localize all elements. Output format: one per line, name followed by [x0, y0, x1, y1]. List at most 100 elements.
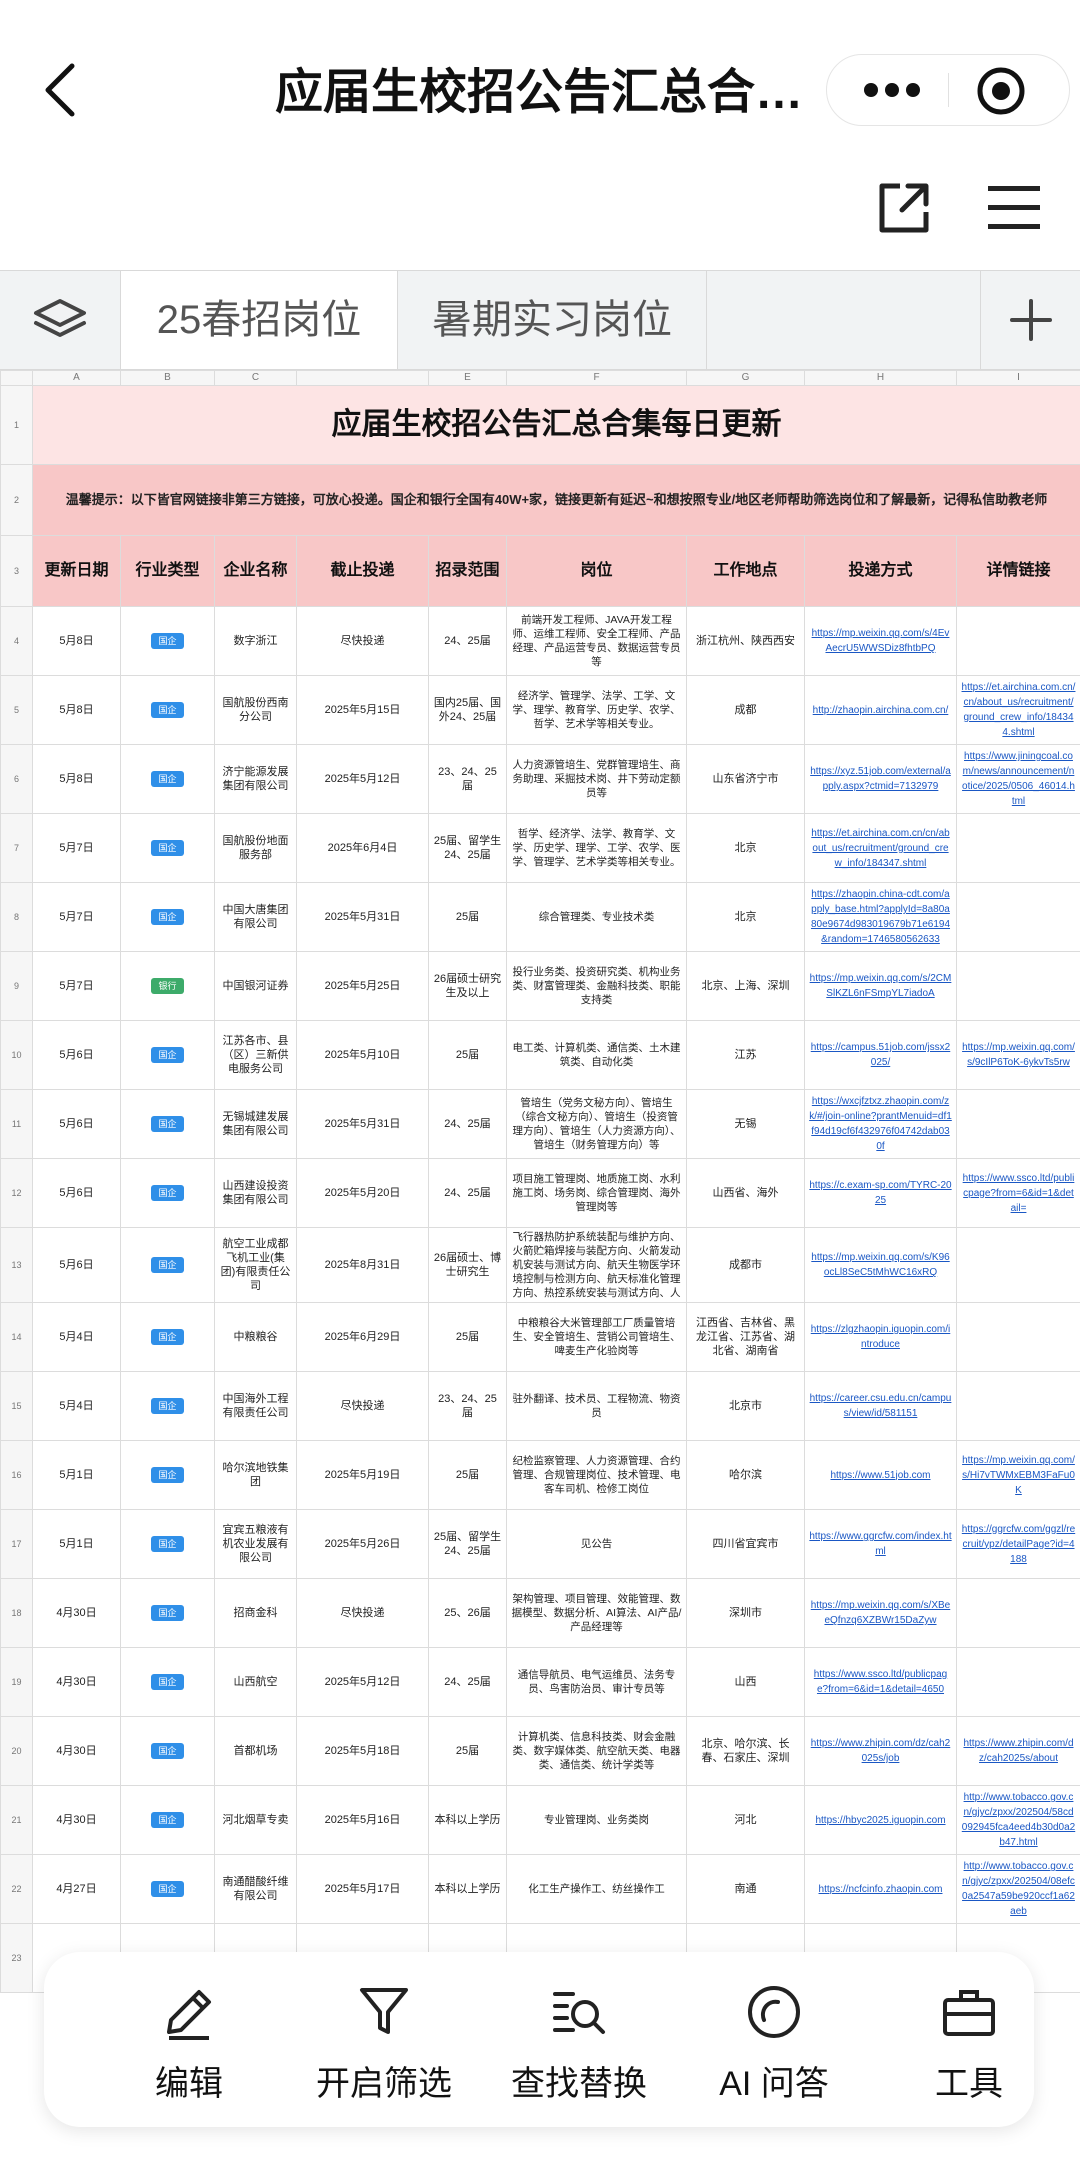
column-letter[interactable]: I: [956, 370, 1080, 386]
scope-cell[interactable]: 25届: [428, 882, 507, 952]
detail-link[interactable]: http://www.tobacco.gov.cn/gjyc/zpxx/2025…: [962, 1792, 1075, 1848]
date-cell[interactable]: 5月6日: [32, 1020, 121, 1090]
row-number[interactable]: 3: [0, 535, 33, 607]
apply-link-cell[interactable]: https://mp.weixin.qq.com/s/K96ocLl8SeC5t…: [804, 1227, 957, 1303]
company-cell[interactable]: 招商金科: [214, 1578, 297, 1648]
post-cell[interactable]: 经济学、管理学、法学、工学、文学、理学、教育学、历史学、农学、哲学、艺术学等相关…: [506, 675, 687, 745]
sheet-title[interactable]: 应届生校招公告汇总合集每日更新: [32, 385, 1080, 465]
company-cell[interactable]: 国航股份地面服务部: [214, 813, 297, 883]
scope-cell[interactable]: 25届: [428, 1302, 507, 1372]
location-cell[interactable]: 南通: [686, 1854, 805, 1924]
company-cell[interactable]: 国航股份西南分公司: [214, 675, 297, 745]
tab-summer-internship[interactable]: 暑期实习岗位: [398, 271, 707, 369]
row-number[interactable]: 22: [0, 1854, 33, 1924]
location-cell[interactable]: 河北: [686, 1785, 805, 1855]
deadline-cell[interactable]: 2025年5月12日: [296, 1647, 429, 1717]
post-cell[interactable]: 人力资源管培生、党群管理培生、商务助理、采掘技术岗、井下劳动定额员等: [506, 744, 687, 814]
apply-link[interactable]: https://www.51job.com: [830, 1470, 930, 1481]
post-cell[interactable]: 飞行器热防护系统装配与维护方向、火箭贮箱焊接与装配方向、火箭发动机安装与测试方向…: [506, 1227, 687, 1303]
row-number[interactable]: 9: [0, 951, 33, 1021]
post-cell[interactable]: 计算机类、信息科技类、财会金融类、数字媒体类、航空航天类、电器类、通信类、统计学…: [506, 1716, 687, 1786]
column-header-cell[interactable]: 更新日期: [32, 535, 121, 607]
deadline-cell[interactable]: 尽快投递: [296, 1371, 429, 1441]
row-number[interactable]: 11: [0, 1089, 33, 1159]
scope-cell[interactable]: 25届: [428, 1440, 507, 1510]
apply-link-cell[interactable]: https://www.51job.com: [804, 1440, 957, 1510]
column-letter[interactable]: E: [428, 370, 507, 386]
row-number[interactable]: 19: [0, 1647, 33, 1717]
apply-link[interactable]: https://campus.51job.com/jssx2025/: [811, 1042, 951, 1068]
column-letter[interactable]: B: [120, 370, 215, 386]
column-header-cell[interactable]: 工作地点: [686, 535, 805, 607]
column-letter[interactable]: C: [214, 370, 297, 386]
apply-link[interactable]: http://zhaopin.airchina.com.cn/: [813, 705, 949, 716]
date-cell[interactable]: 5月8日: [32, 675, 121, 745]
date-cell[interactable]: 4月30日: [32, 1578, 121, 1648]
location-cell[interactable]: 山西省、海外: [686, 1158, 805, 1228]
deadline-cell[interactable]: 2025年5月31日: [296, 882, 429, 952]
scope-cell[interactable]: 25届: [428, 1716, 507, 1786]
row-number[interactable]: 20: [0, 1716, 33, 1786]
apply-link-cell[interactable]: http://zhaopin.airchina.com.cn/: [804, 675, 957, 745]
industry-cell[interactable]: 国企: [120, 1509, 215, 1579]
apply-link[interactable]: https://zlgzhaopin.iguopin.com/introduce: [811, 1324, 951, 1350]
close-mini-program-icon[interactable]: [975, 65, 1027, 117]
row-number[interactable]: 18: [0, 1578, 33, 1648]
apply-link[interactable]: https://career.csu.edu.cn/campus/view/id…: [810, 1393, 952, 1419]
company-cell[interactable]: 河北烟草专卖: [214, 1785, 297, 1855]
deadline-cell[interactable]: 2025年5月26日: [296, 1509, 429, 1579]
industry-cell[interactable]: 国企: [120, 1647, 215, 1717]
post-cell[interactable]: 化工生产操作工、纺丝操作工: [506, 1854, 687, 1924]
detail-link-cell[interactable]: https://mp.weixin.qq.com/s/9cIlP6ToK-6yk…: [956, 1020, 1080, 1090]
deadline-cell[interactable]: 尽快投递: [296, 606, 429, 676]
date-cell[interactable]: 4月30日: [32, 1785, 121, 1855]
apply-link[interactable]: https://ncfcinfo.zhaopin.com: [819, 1884, 943, 1895]
company-cell[interactable]: 中国银河证券: [214, 951, 297, 1021]
company-cell[interactable]: 中国大唐集团有限公司: [214, 882, 297, 952]
post-cell[interactable]: 项目施工管理岗、地质施工岗、水利施工岗、场务岗、综合管理岗、海外管理岗等: [506, 1158, 687, 1228]
detail-link[interactable]: https://ggrcfw.com/ggzl/recruit/ypz/deta…: [962, 1524, 1075, 1565]
row-number[interactable]: 21: [0, 1785, 33, 1855]
post-cell[interactable]: 专业管理岗、业务类岗: [506, 1785, 687, 1855]
scope-cell[interactable]: 本科以上学历: [428, 1785, 507, 1855]
row-number[interactable]: 23: [0, 1923, 33, 1993]
location-cell[interactable]: 成都市: [686, 1227, 805, 1303]
industry-cell[interactable]: 国企: [120, 882, 215, 952]
location-cell[interactable]: 哈尔滨: [686, 1440, 805, 1510]
detail-link-cell[interactable]: [956, 606, 1080, 676]
apply-link[interactable]: https://hbyc2025.iguopin.com: [815, 1815, 945, 1826]
apply-link[interactable]: https://et.airchina.com.cn/cn/about_us/r…: [811, 828, 949, 869]
date-cell[interactable]: 5月7日: [32, 951, 121, 1021]
sheet-list-button[interactable]: [0, 271, 121, 369]
apply-link-cell[interactable]: https://xyz.51job.com/external/apply.asp…: [804, 744, 957, 814]
company-cell[interactable]: 江苏各市、县（区）三新供电服务公司: [214, 1020, 297, 1090]
apply-link-cell[interactable]: https://hbyc2025.iguopin.com: [804, 1785, 957, 1855]
detail-link[interactable]: https://www.zhipin.com/dz/cah2025s/about: [963, 1738, 1073, 1764]
apply-link[interactable]: https://wxcjfztxz.zhaopin.com/zk/#/join-…: [809, 1096, 952, 1152]
filter-button[interactable]: 开启筛选: [294, 1982, 474, 2112]
deadline-cell[interactable]: 2025年5月19日: [296, 1440, 429, 1510]
location-cell[interactable]: 深圳市: [686, 1578, 805, 1648]
notice-text[interactable]: 温馨提示：以下皆官网链接非第三方链接，可放心投递。国企和银行全国有40W+家，链…: [32, 464, 1080, 536]
industry-cell[interactable]: 国企: [120, 813, 215, 883]
share-icon[interactable]: [876, 180, 932, 236]
column-header-cell[interactable]: 企业名称: [214, 535, 297, 607]
scope-cell[interactable]: 25届、留学生24、25届: [428, 1509, 507, 1579]
company-cell[interactable]: 数字浙江: [214, 606, 297, 676]
date-cell[interactable]: 5月6日: [32, 1158, 121, 1228]
location-cell[interactable]: 江西省、吉林省、黑龙江省、江苏省、湖北省、湖南省: [686, 1302, 805, 1372]
company-cell[interactable]: 宜宾五粮液有机农业发展有限公司: [214, 1509, 297, 1579]
row-number[interactable]: 10: [0, 1020, 33, 1090]
detail-link-cell[interactable]: [956, 1578, 1080, 1648]
date-cell[interactable]: 5月8日: [32, 744, 121, 814]
deadline-cell[interactable]: 2025年5月12日: [296, 744, 429, 814]
spreadsheet[interactable]: ABCEFGHIJ1应届生校招公告汇总合集每日更新2温馨提示：以下皆官网链接非第…: [0, 370, 1080, 2167]
scope-cell[interactable]: 23、24、25届: [428, 744, 507, 814]
corner-cell[interactable]: [0, 370, 33, 386]
post-cell[interactable]: 见公告: [506, 1509, 687, 1579]
apply-link[interactable]: https://www.zhipin.com/dz/cah2025s/job: [811, 1738, 951, 1764]
row-number[interactable]: 14: [0, 1302, 33, 1372]
company-cell[interactable]: 哈尔滨地铁集团: [214, 1440, 297, 1510]
detail-link-cell[interactable]: [956, 882, 1080, 952]
company-cell[interactable]: 济宁能源发展集团有限公司: [214, 744, 297, 814]
